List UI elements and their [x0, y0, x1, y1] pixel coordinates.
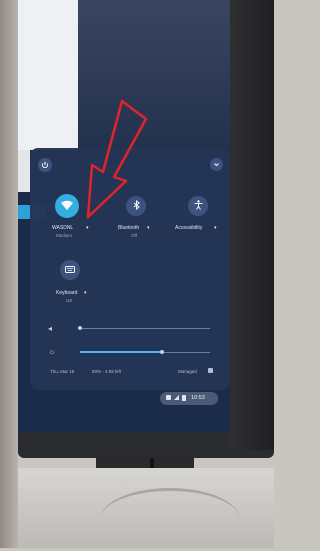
keyboard-button[interactable] [60, 260, 80, 280]
laptop-bezel-right [228, 0, 274, 450]
accessibility-button[interactable] [188, 196, 208, 216]
wifi-status-icon [174, 395, 179, 400]
battery-status: 93% - 4:59 left [92, 369, 122, 374]
bluetooth-status: Off [131, 233, 137, 238]
window-edge [18, 150, 30, 192]
brightness-slider-knob[interactable] [160, 350, 164, 354]
volume-icon[interactable]: ◂ [48, 324, 52, 333]
managed-label[interactable]: Managed [178, 369, 197, 374]
date-label[interactable]: Thu, Mar 15 [50, 369, 74, 374]
background-wall [0, 0, 18, 548]
notification-icon [166, 395, 171, 400]
keyboard-status: US [66, 298, 73, 303]
base-edge [100, 488, 240, 551]
battery-icon [182, 395, 186, 401]
accessibility-dropdown-caret[interactable]: ▾ [214, 225, 217, 231]
keyboard-icon [65, 265, 75, 275]
keyboard-label[interactable]: Keyboard [56, 290, 77, 296]
wifi-status: Medium [56, 233, 73, 238]
window-background [18, 0, 78, 150]
clock: 10:53 [191, 395, 205, 401]
accessibility-label[interactable]: Accessibility [175, 225, 202, 231]
red-arrow [86, 99, 148, 219]
volume-slider-knob[interactable] [78, 326, 82, 330]
shelf-status-area[interactable]: 10:53 [160, 392, 218, 405]
power-icon[interactable] [38, 158, 52, 172]
brightness-icon[interactable]: ☼ [48, 347, 55, 356]
keyboard-dropdown-caret[interactable]: ▾ [84, 290, 87, 296]
managed-icon [208, 368, 213, 373]
volume-slider-track[interactable] [80, 328, 210, 329]
chevron-down-icon[interactable] [210, 158, 223, 171]
brightness-slider-fill [80, 351, 162, 353]
accessibility-icon [194, 200, 203, 212]
